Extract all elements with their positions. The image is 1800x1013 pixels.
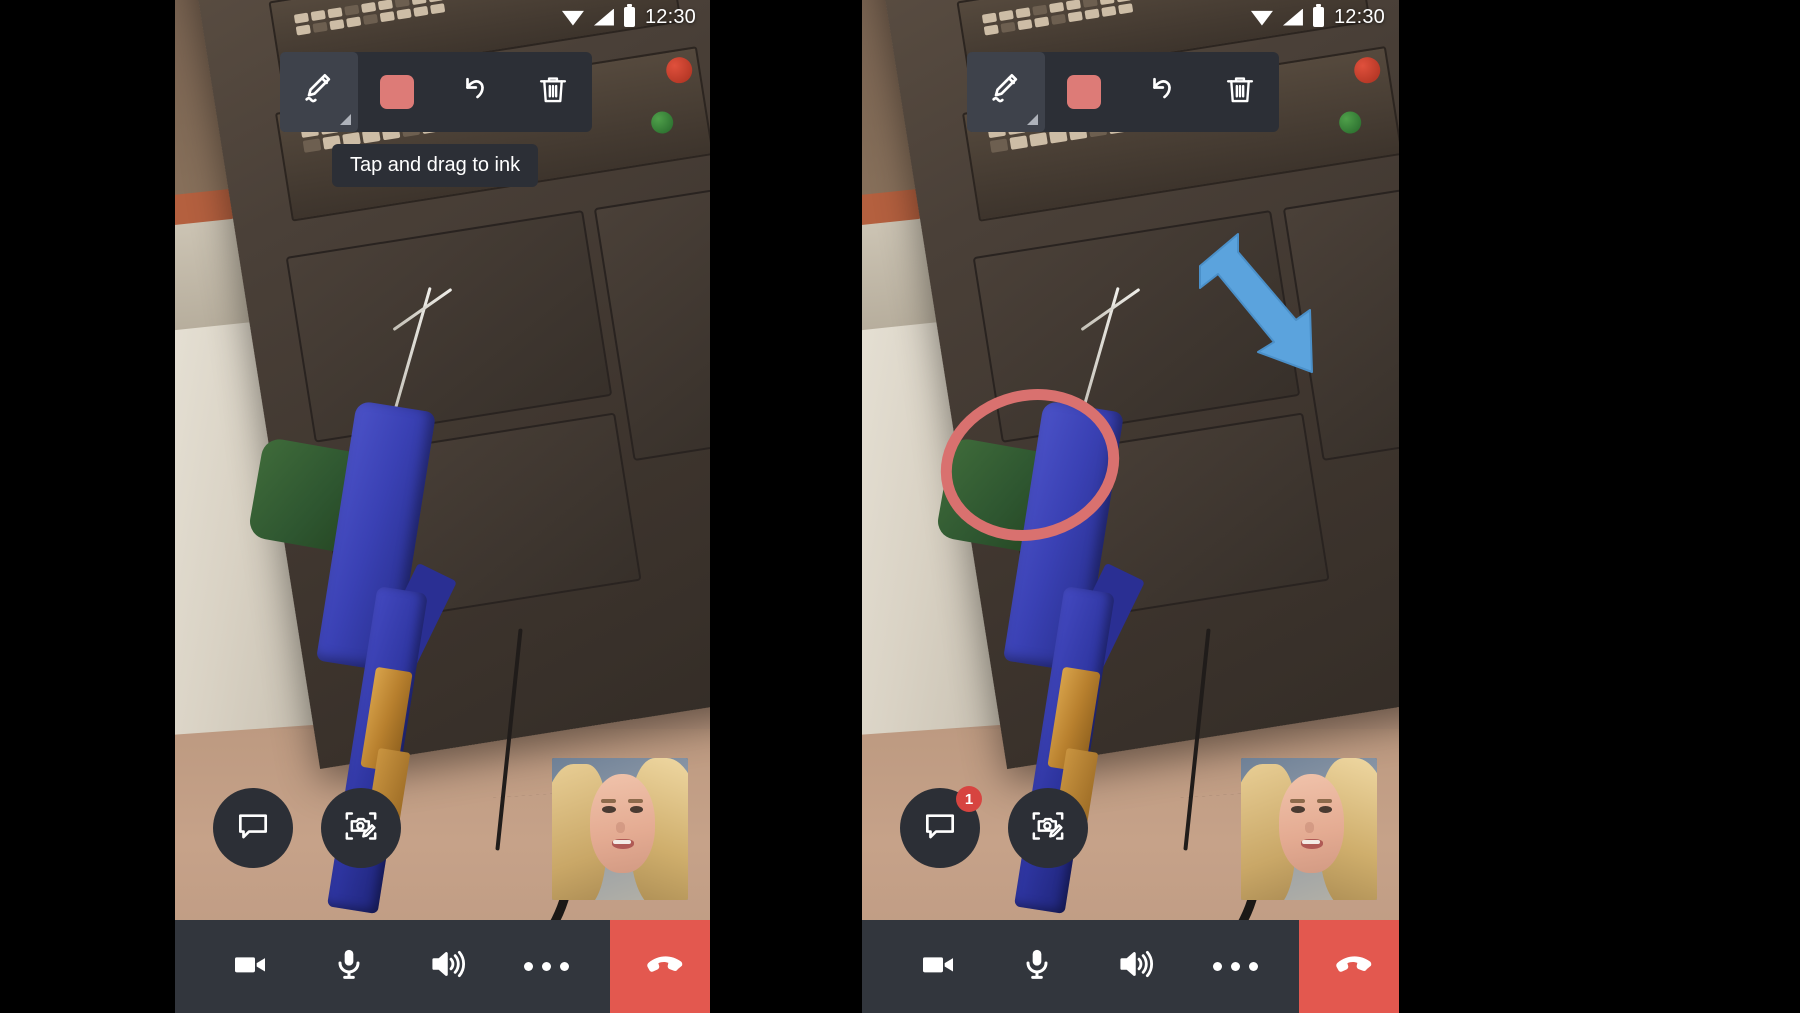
- wifi-icon: [1250, 10, 1273, 26]
- speaker-icon: [1116, 944, 1156, 989]
- ink-toolbar: [967, 52, 1279, 132]
- battery-icon: [623, 4, 635, 27]
- hangup-phone-icon: [1326, 941, 1372, 992]
- ink-annotation-arrow: [1199, 233, 1313, 373]
- wifi-icon: [561, 10, 584, 26]
- delete-tool[interactable]: [1201, 52, 1279, 132]
- status-time: 12:30: [644, 5, 696, 28]
- pen-icon: [986, 70, 1026, 115]
- floating-action-row: 1: [900, 786, 1088, 868]
- pen-tool[interactable]: [967, 52, 1045, 132]
- more-options[interactable]: [514, 934, 580, 1000]
- video-toggle[interactable]: [217, 934, 283, 1000]
- video-camera-icon: [918, 944, 958, 989]
- hangup-phone-icon: [637, 941, 683, 992]
- self-video-preview[interactable]: [552, 758, 688, 900]
- mic-toggle[interactable]: [316, 934, 382, 1000]
- chat-icon: [234, 807, 272, 850]
- expand-corner-icon: [340, 114, 351, 125]
- speaker-toggle[interactable]: [415, 934, 481, 1000]
- status-bar: 12:30: [175, 0, 710, 34]
- color-swatch-icon: [380, 75, 414, 109]
- annotate-icon: [341, 806, 381, 851]
- trash-icon: [1221, 71, 1259, 114]
- color-swatch-button[interactable]: [358, 52, 436, 132]
- video-camera-icon: [230, 944, 270, 989]
- undo-icon: [1142, 70, 1182, 115]
- microphone-icon: [329, 944, 369, 989]
- phone-screen-after: 12:30 1: [862, 0, 1399, 1013]
- battery-icon: [1312, 4, 1324, 27]
- ink-tooltip: Tap and drag to ink: [332, 144, 539, 187]
- speaker-toggle[interactable]: [1103, 934, 1169, 1000]
- speaker-icon: [428, 944, 468, 989]
- mic-toggle[interactable]: [1004, 934, 1070, 1000]
- status-bar: 12:30: [862, 0, 1399, 34]
- floating-action-row: [213, 788, 401, 868]
- more-dots-icon: [1212, 962, 1258, 971]
- phone-screen-before: 12:30 Tap and drag to ink: [175, 0, 710, 1013]
- hangup-button[interactable]: [1299, 920, 1399, 1013]
- signal-icon: [593, 8, 614, 26]
- video-toggle[interactable]: [905, 934, 971, 1000]
- undo-tool[interactable]: [436, 52, 514, 132]
- more-dots-icon: [524, 962, 570, 971]
- annotate-button[interactable]: [321, 788, 401, 868]
- undo-icon: [455, 70, 495, 115]
- trash-icon: [534, 71, 572, 114]
- undo-tool[interactable]: [1123, 52, 1201, 132]
- pen-icon: [299, 70, 339, 115]
- annotate-button[interactable]: [1008, 788, 1088, 868]
- chat-button[interactable]: [213, 788, 293, 868]
- chat-icon: [921, 807, 959, 850]
- signal-icon: [1282, 8, 1303, 26]
- expand-corner-icon: [1027, 114, 1038, 125]
- color-swatch-button[interactable]: [1045, 52, 1123, 132]
- hangup-button[interactable]: [610, 920, 710, 1013]
- color-swatch-icon: [1067, 75, 1101, 109]
- chat-button[interactable]: 1: [900, 786, 982, 868]
- status-time: 12:30: [1333, 5, 1385, 28]
- microphone-icon: [1017, 944, 1057, 989]
- annotate-icon: [1028, 806, 1068, 851]
- call-control-bar: [862, 920, 1399, 1013]
- call-control-bar: [175, 920, 710, 1013]
- delete-tool[interactable]: [514, 52, 592, 132]
- screenshot-stage: 12:30 Tap and drag to ink 12:30 1: [0, 0, 1800, 1013]
- pen-tool[interactable]: [280, 52, 358, 132]
- self-video-preview[interactable]: [1241, 758, 1377, 900]
- ink-toolbar: [280, 52, 592, 132]
- chat-unread-badge: 1: [956, 786, 982, 812]
- more-options[interactable]: [1202, 934, 1268, 1000]
